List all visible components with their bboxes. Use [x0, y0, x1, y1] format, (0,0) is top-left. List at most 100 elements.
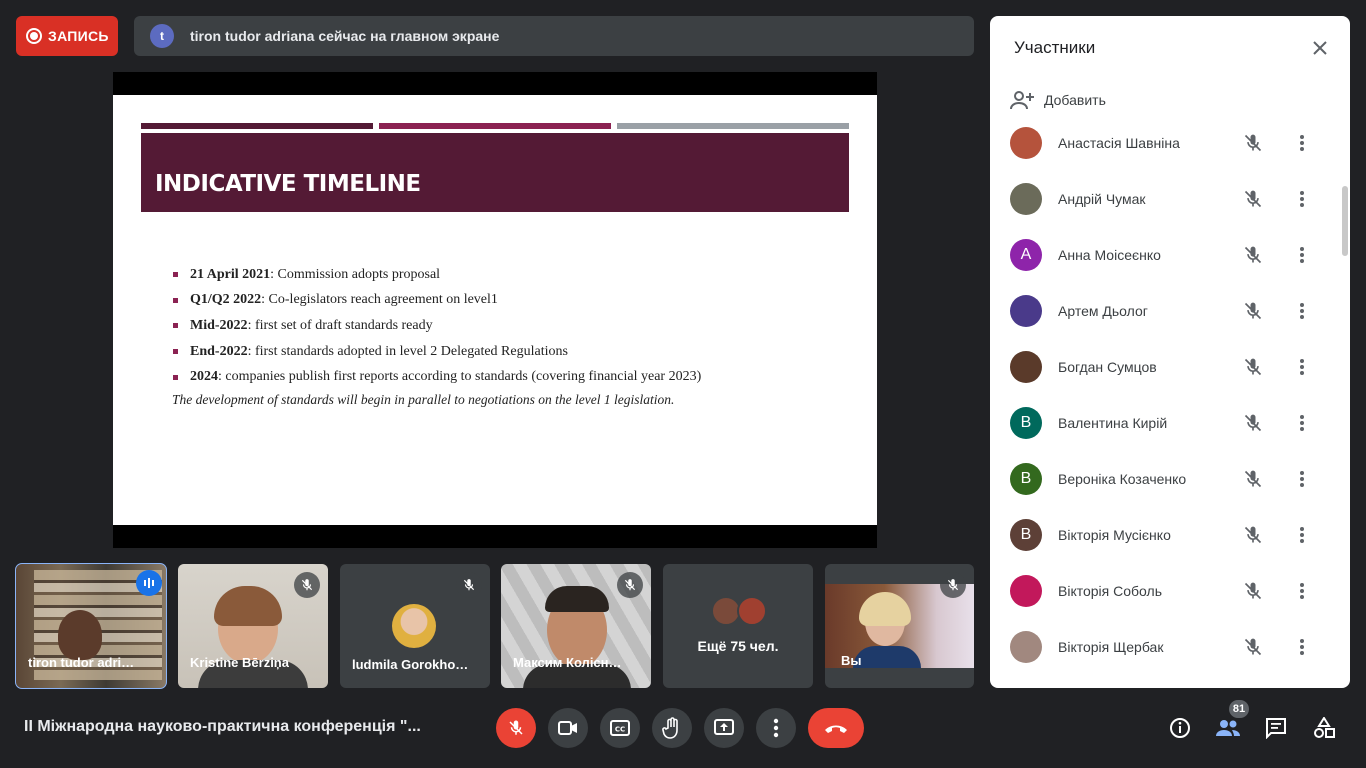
participant-name: Вікторія Мусієнко: [1058, 527, 1171, 543]
panel-title: Участники: [1014, 38, 1096, 57]
captions-icon: CC: [610, 720, 630, 736]
more-participants-label: Ещё 75 чел.: [697, 638, 779, 654]
svg-text:CC: CC: [615, 726, 625, 734]
mic-off-icon[interactable]: [1242, 300, 1264, 322]
slide-bullet: End-2022: first standards adopted in lev…: [173, 339, 701, 365]
avatar: [1010, 295, 1042, 327]
add-person-icon: [1010, 91, 1034, 110]
mic-off-icon[interactable]: [1242, 188, 1264, 210]
self-tile[interactable]: Вы: [825, 564, 974, 688]
people-icon: [1216, 720, 1240, 736]
mic-toggle-button[interactable]: [496, 708, 536, 748]
participant-row[interactable]: Вікторія Щербак: [990, 619, 1350, 675]
activities-button[interactable]: [1308, 712, 1340, 744]
avatar: [1010, 127, 1042, 159]
participant-row[interactable]: В Валентина Кирій: [990, 395, 1350, 451]
mic-off-icon[interactable]: [1242, 412, 1264, 434]
more-vert-icon[interactable]: [1290, 355, 1314, 379]
chat-button[interactable]: [1260, 712, 1292, 744]
avatar: [1010, 575, 1042, 607]
slide-bullets: 21 April 2021: Commission adopts proposa…: [173, 262, 701, 390]
participant-row[interactable]: Анастасія Шавніна: [990, 115, 1350, 171]
camera-toggle-button[interactable]: [548, 708, 588, 748]
more-vert-icon[interactable]: [1290, 299, 1314, 323]
slide-title-band: INDICATIVE TIMELINE: [141, 133, 849, 212]
mic-off-icon[interactable]: [1242, 132, 1264, 154]
participant-row[interactable]: В Вікторія Мусієнко: [990, 507, 1350, 563]
tile-name: Kristine Bērziņa: [190, 655, 289, 670]
presentation-slide: INDICATIVE TIMELINE 21 April 2021: Commi…: [113, 95, 877, 525]
mic-off-icon[interactable]: [1242, 636, 1264, 658]
chat-icon: [1266, 718, 1286, 739]
participant-name: Вікторія Соболь: [1058, 583, 1162, 599]
slide-bullet: Mid-2022: first set of draft standards r…: [173, 313, 701, 339]
mic-off-icon: [294, 572, 320, 598]
add-label: Добавить: [1044, 92, 1106, 108]
participant-tile[interactable]: Максим Колісн…: [501, 564, 651, 688]
leave-call-button[interactable]: [808, 708, 864, 748]
close-icon[interactable]: [1308, 36, 1332, 60]
participant-tile-speaker[interactable]: tiron tudor adri…: [15, 563, 167, 689]
participant-row[interactable]: В Вероніка Козаченко: [990, 451, 1350, 507]
more-vert-icon[interactable]: [1290, 131, 1314, 155]
presenting-banner: t tiron tudor adriana сейчас на главном …: [134, 16, 974, 56]
meeting-details-button[interactable]: [1164, 712, 1196, 744]
more-options-button[interactable]: [756, 708, 796, 748]
mic-off-icon[interactable]: [1242, 524, 1264, 546]
record-icon: [26, 28, 42, 44]
mic-off-icon[interactable]: [1242, 356, 1264, 378]
recording-label: ЗАПИСЬ: [48, 28, 109, 44]
raise-hand-button[interactable]: [652, 708, 692, 748]
mic-off-icon[interactable]: [1242, 580, 1264, 602]
avatar: [392, 604, 436, 648]
presenting-text: tiron tudor adriana сейчас на главном эк…: [190, 28, 500, 44]
more-participants-tile[interactable]: Ещё 75 чел.: [663, 564, 813, 688]
participant-row[interactable]: Артем Дьолог: [990, 283, 1350, 339]
present-screen-button[interactable]: [704, 708, 744, 748]
captions-button[interactable]: CC: [600, 708, 640, 748]
avatar: А: [1010, 239, 1042, 271]
participant-list: Анастасія Шавніна Андрій Чумак А Анна Моісе…: [990, 115, 1350, 675]
participant-tile[interactable]: Kristine Bērziņa: [178, 564, 328, 688]
avatar: В: [1010, 519, 1042, 551]
avatar: [737, 596, 767, 626]
more-vert-icon[interactable]: [1290, 243, 1314, 267]
scrollbar[interactable]: [1342, 186, 1348, 256]
tile-name: ludmila Gorokho…: [352, 657, 469, 672]
participant-row[interactable]: Андрій Чумак: [990, 171, 1350, 227]
avatar: В: [1010, 407, 1042, 439]
more-vert-icon[interactable]: [1290, 467, 1314, 491]
hand-icon: [662, 717, 678, 739]
mic-off-icon: [617, 572, 643, 598]
participant-name: Вероніка Козаченко: [1058, 471, 1187, 487]
slide-bullet: 21 April 2021: Commission adopts proposa…: [173, 262, 701, 288]
participant-name: Анна Моісеєнко: [1058, 247, 1161, 263]
avatar: [1010, 351, 1042, 383]
mic-off-icon[interactable]: [1242, 244, 1264, 266]
activities-icon: [1314, 717, 1335, 738]
more-vert-icon[interactable]: [1290, 635, 1314, 659]
shared-screen: INDICATIVE TIMELINE 21 April 2021: Commi…: [113, 72, 877, 548]
participant-tile[interactable]: ludmila Gorokho…: [340, 564, 490, 688]
slide-deco-bar-1: [141, 123, 373, 129]
participant-count-badge: 81: [1229, 700, 1249, 718]
slide-note: The development of standards will begin …: [172, 392, 675, 407]
participant-name: Вікторія Щербак: [1058, 639, 1164, 655]
participant-row[interactable]: А Анна Моісеєнко: [990, 227, 1350, 283]
more-vert-icon[interactable]: [1290, 411, 1314, 435]
mic-off-icon: [940, 572, 966, 598]
slide-bullet: Q1/Q2 2022: Co-legislators reach agreeme…: [173, 288, 701, 314]
more-vert-icon[interactable]: [1290, 579, 1314, 603]
more-vert-icon[interactable]: [1290, 187, 1314, 211]
hangup-icon: [825, 725, 847, 733]
add-participant-button[interactable]: Добавить: [1010, 90, 1106, 110]
more-vert-icon[interactable]: [1290, 523, 1314, 547]
tile-name: tiron tudor adri…: [28, 655, 135, 670]
participant-row[interactable]: Вікторія Соболь: [990, 563, 1350, 619]
mic-off-icon: [509, 720, 523, 735]
mic-off-icon[interactable]: [1242, 468, 1264, 490]
recording-button[interactable]: ЗАПИСЬ: [16, 16, 118, 56]
participant-row[interactable]: Богдан Сумцов: [990, 339, 1350, 395]
meeting-title: II Міжнародна науково-практична конферен…: [24, 718, 421, 735]
slide-bullet: 2024: companies publish first reports ac…: [173, 364, 701, 390]
